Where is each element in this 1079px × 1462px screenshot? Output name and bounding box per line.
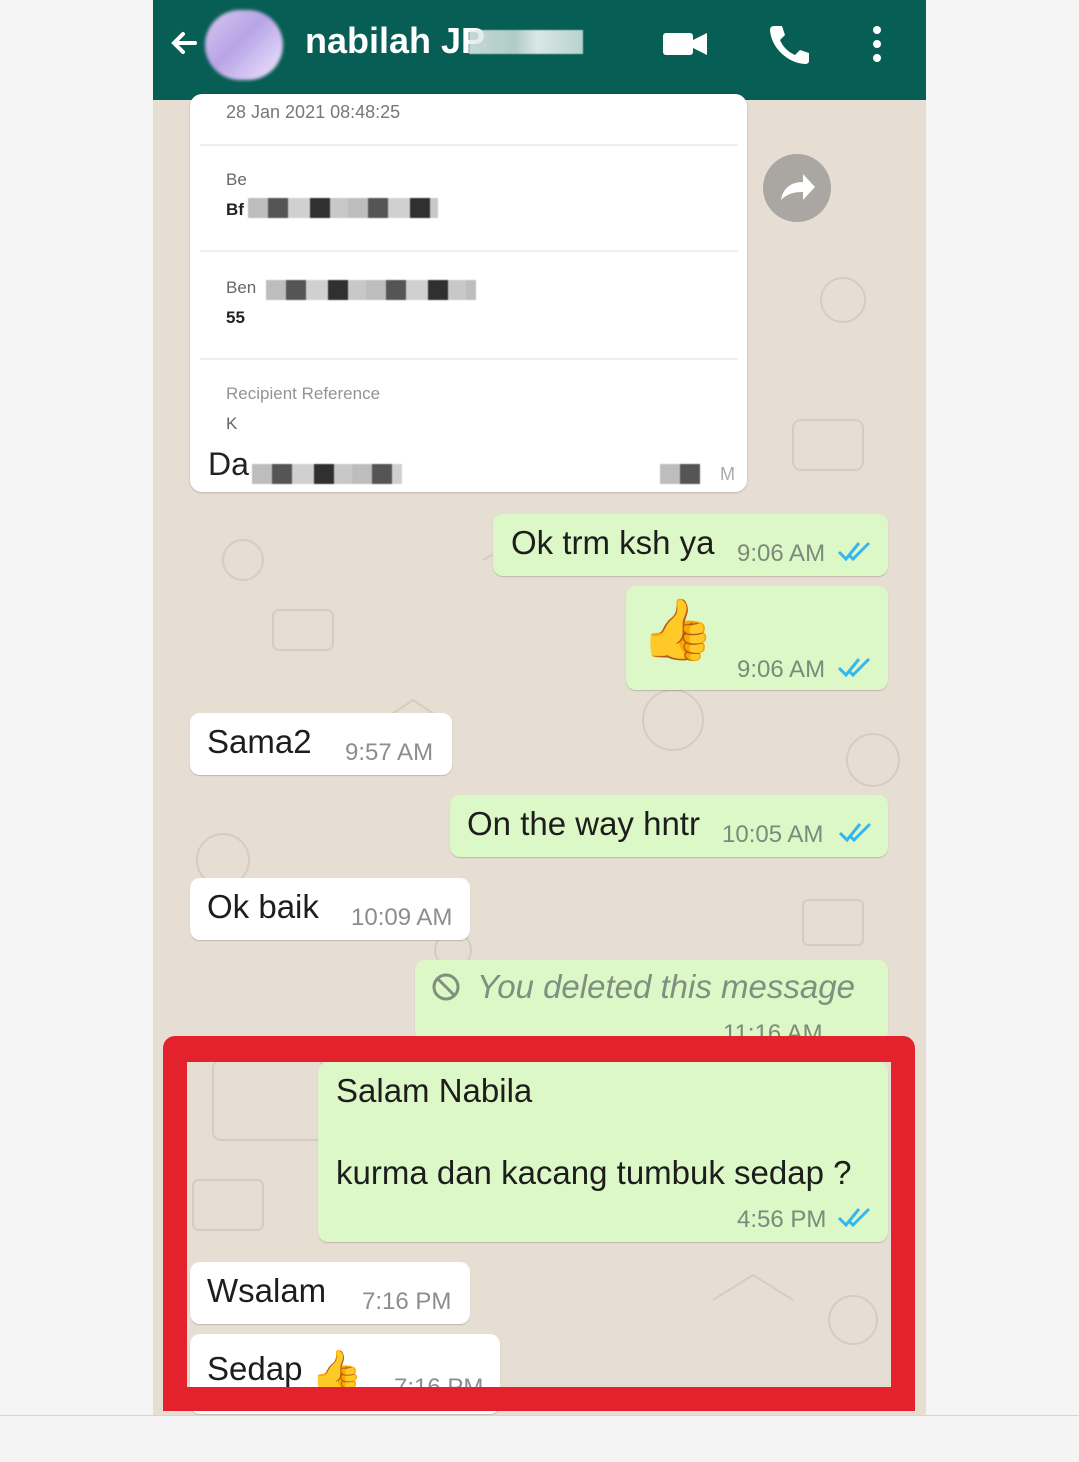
receipt-redaction [266, 280, 476, 300]
message-time: 9:06 AM [737, 656, 826, 683]
video-call-icon[interactable] [661, 24, 709, 64]
bottom-bar [0, 1415, 1079, 1462]
contact-name[interactable]: nabilah JP [305, 20, 485, 62]
receipt-footer-text: Da [208, 446, 249, 482]
more-options-icon[interactable] [859, 24, 907, 64]
read-ticks-icon [837, 541, 871, 562]
receipt-value: Bf [226, 200, 244, 219]
message-text: Sama2 [207, 723, 312, 760]
chat-window: nabilah JP 28 Jan 2021 08:48:25 Be Bf Be… [153, 0, 926, 1415]
forward-icon[interactable] [763, 154, 831, 222]
message-text: Wsalam [207, 1272, 327, 1309]
receipt-date: 28 Jan 2021 08:48:25 [226, 102, 401, 122]
message-time: 7:16 PM [394, 1374, 484, 1401]
receipt-value: 55 [226, 308, 245, 327]
receipt-divider [200, 358, 738, 360]
message-time: 7:16 PM [362, 1288, 452, 1315]
receipt-label: Recipient Reference [226, 384, 381, 403]
receipt-label: Ben [226, 278, 257, 297]
shared-receipt-card[interactable]: 28 Jan 2021 08:48:25 Be Bf Ben 55 Recipi… [190, 94, 747, 492]
receipt-label: Be [226, 170, 247, 189]
chat-header: nabilah JP [153, 0, 926, 100]
message-text-word: Sedap [207, 1350, 303, 1387]
message-text: Ok baik [207, 888, 319, 925]
contact-avatar[interactable] [205, 10, 283, 80]
message-bubble-incoming[interactable]: Wsalam 7:16 PM [190, 1262, 470, 1324]
message-time: 11:16 AM [723, 1020, 823, 1047]
thumbs-up-emoji: 👍 [310, 1348, 363, 1395]
message-bubble-incoming[interactable]: Sedap 👍 7:16 PM [190, 1334, 500, 1414]
read-ticks-icon [838, 822, 872, 843]
receipt-divider [200, 144, 738, 146]
deleted-message-bubble[interactable]: You deleted this message 11:16 AM [415, 960, 888, 1047]
message-bubble-outgoing[interactable]: 👍 9:06 AM [626, 586, 888, 690]
receipt-redaction [248, 198, 438, 218]
deleted-icon [432, 973, 460, 1001]
message-time: 9:57 AM [345, 739, 434, 766]
message-time: 10:05 AM [722, 821, 824, 848]
message-text: Ok trm ksh ya [511, 524, 715, 561]
receipt-time: M [720, 464, 735, 484]
thumbs-up-emoji: 👍 [640, 596, 715, 663]
message-text-line: Salam Nabila [336, 1072, 533, 1109]
back-arrow-icon[interactable] [169, 28, 199, 58]
deleted-message-text: You deleted this message [477, 968, 855, 1005]
receipt-divider [200, 250, 738, 252]
receipt-redaction [660, 464, 700, 484]
message-bubble-outgoing[interactable]: Ok trm ksh ya 9:06 AM [493, 514, 888, 576]
read-ticks-icon [837, 657, 871, 678]
message-text-line: kurma dan kacang tumbuk sedap ? [336, 1154, 852, 1191]
receipt-value: K [226, 414, 238, 433]
message-bubble-incoming[interactable]: Sama2 9:57 AM [190, 713, 452, 775]
message-bubble-outgoing[interactable]: Salam Nabila kurma dan kacang tumbuk sed… [318, 1062, 888, 1242]
message-time: 10:09 AM [351, 904, 453, 931]
contact-name-redaction [469, 30, 583, 54]
message-bubble-incoming[interactable]: Ok baik 10:09 AM [190, 878, 470, 940]
receipt-redaction [252, 464, 402, 484]
read-ticks-icon [837, 1207, 871, 1228]
message-time: 4:56 PM [737, 1206, 827, 1233]
message-text: On the way hntr [467, 805, 700, 842]
phone-call-icon[interactable] [765, 24, 813, 64]
message-text: Sedap 👍 [207, 1348, 363, 1397]
message-time: 9:06 AM [737, 540, 826, 567]
message-bubble-outgoing[interactable]: On the way hntr 10:05 AM [450, 795, 888, 857]
